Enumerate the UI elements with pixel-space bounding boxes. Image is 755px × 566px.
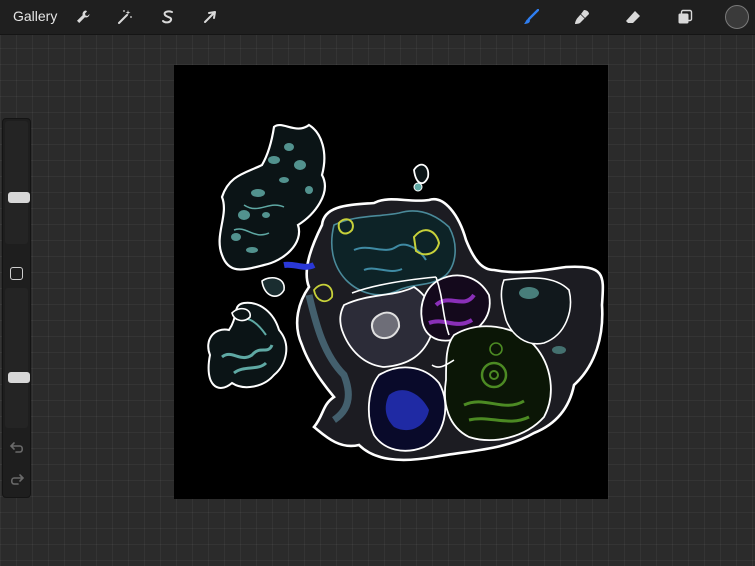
wrench-icon bbox=[77, 10, 90, 23]
color-picker-button[interactable] bbox=[725, 5, 749, 29]
opacity-thumb[interactable] bbox=[8, 372, 30, 383]
selection-s-icon bbox=[162, 10, 173, 24]
drawing-canvas[interactable] bbox=[174, 65, 608, 499]
north-islet bbox=[413, 163, 430, 192]
smudge-icon bbox=[575, 10, 589, 24]
magic-wand-icon bbox=[118, 10, 132, 24]
adjustments-button[interactable] bbox=[112, 4, 138, 30]
map-artwork bbox=[207, 123, 605, 462]
blue-strait bbox=[283, 261, 316, 270]
northwest-island bbox=[218, 123, 326, 271]
brush-button[interactable] bbox=[518, 4, 544, 30]
left-sidebar bbox=[2, 118, 31, 498]
gallery-button[interactable]: Gallery bbox=[13, 8, 57, 24]
arrow-cursor-icon bbox=[204, 11, 216, 23]
eraser-button[interactable] bbox=[620, 4, 646, 30]
layers-button[interactable] bbox=[672, 4, 698, 30]
transform-button[interactable] bbox=[197, 4, 223, 30]
undo-icon[interactable] bbox=[9, 441, 25, 455]
brush-icon bbox=[524, 9, 539, 24]
brush-size-slider[interactable] bbox=[5, 121, 30, 244]
smudge-button[interactable] bbox=[569, 4, 595, 30]
redo-icon[interactable] bbox=[9, 473, 25, 487]
brush-size-thumb[interactable] bbox=[8, 192, 30, 203]
selection-button[interactable] bbox=[155, 4, 181, 30]
actions-button[interactable] bbox=[70, 4, 96, 30]
eraser-icon bbox=[626, 11, 640, 23]
main-continent bbox=[295, 197, 605, 462]
top-toolbar: Gallery bbox=[0, 0, 755, 35]
layers-icon bbox=[678, 9, 693, 24]
opacity-slider[interactable] bbox=[5, 288, 30, 428]
modify-button[interactable] bbox=[10, 267, 23, 280]
